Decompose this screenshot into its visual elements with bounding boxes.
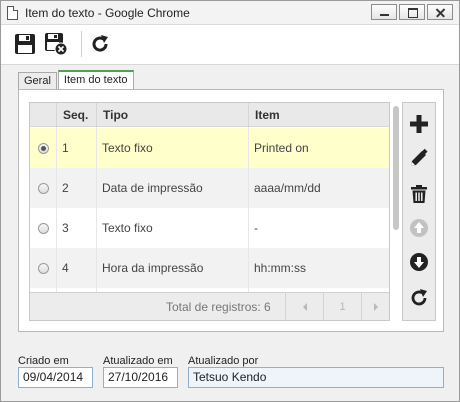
row-radio[interactable] [38,143,49,154]
add-icon [410,115,428,133]
grid-header: Seq. Tipo Item [30,103,389,127]
prev-page-button[interactable] [285,293,323,320]
updated-by-field: Tetsuo Kendo [188,367,444,388]
grid-footer: Total de registros: 6 1 [30,292,389,320]
tab-panel: Seq. Tipo Item 1 Texto fixo Printed on 2… [18,89,444,332]
close-window-button[interactable] [427,4,453,20]
row-radio[interactable] [38,223,49,234]
cell-tipo: Texto fixo [102,221,153,235]
cell-seq: 2 [62,181,69,195]
page-number: 1 [323,293,361,320]
cell-tipo: Data de impressão [102,181,203,195]
column-header-tipo[interactable]: Tipo [96,103,248,127]
cell-item: Printed on [254,141,309,155]
minimize-button[interactable] [371,4,397,20]
total-records: Total de registros: 6 [166,300,271,314]
title-bar: Item do texto - Google Chrome [1,1,459,25]
column-divider [96,127,97,292]
table-row[interactable]: 4 Hora da impressão hh:mm:ss [30,248,389,288]
chevron-right-icon [373,303,378,311]
floppy-disk-icon [15,34,35,54]
window-title: Item do texto - Google Chrome [25,6,190,20]
grid-scrollbar[interactable] [393,102,399,321]
grid-actions [402,102,436,321]
next-page-button[interactable] [361,293,389,320]
edit-icon [411,148,428,166]
column-header-select [30,103,56,127]
floppy-disk-close-icon [45,33,68,56]
document-icon [7,6,18,20]
column-header-item[interactable]: Item [248,103,389,127]
toolbar [1,25,459,65]
scrollbar-thumb[interactable] [393,106,399,230]
browser-window: Item do texto - Google Chrome Geral Item… [0,0,460,402]
delete-icon [411,185,427,203]
refresh-icon [411,289,427,306]
save-button[interactable] [12,31,38,57]
move-up-button[interactable] [406,215,432,241]
toolbar-separator [81,31,82,57]
column-header-seq[interactable]: Seq. [56,103,96,127]
chevron-left-icon [302,303,307,311]
edit-button[interactable] [406,145,432,171]
refresh-button[interactable] [87,31,113,57]
cell-tipo: Hora da impressão [102,261,204,275]
save-and-close-button[interactable] [43,31,69,57]
cell-seq: 1 [62,141,69,155]
items-grid: Seq. Tipo Item 1 Texto fixo Printed on 2… [29,102,390,321]
move-up-icon [410,219,428,237]
cell-item: hh:mm:ss [254,261,307,275]
created-label: Criado em [18,355,69,367]
cell-item: aaaa/mm/dd [254,181,321,195]
created-field: 09/04/2014 [18,367,93,388]
row-radio[interactable] [38,263,49,274]
tab-geral[interactable]: Geral [18,72,57,90]
cell-tipo: Texto fixo [102,141,153,155]
updated-by-label: Atualizado por [188,355,259,367]
window-controls [369,4,453,20]
column-divider [56,127,57,292]
cell-seq: 3 [62,221,69,235]
column-divider [248,127,249,292]
row-radio[interactable] [38,183,49,194]
refresh-icon [92,35,108,52]
add-button[interactable] [406,111,432,137]
table-row[interactable]: 1 Texto fixo Printed on [30,128,389,168]
table-row[interactable]: 2 Data de impressão aaaa/mm/dd [30,168,389,208]
delete-button[interactable] [406,181,432,207]
table-row[interactable]: 3 Texto fixo - [30,208,389,248]
tab-bar: Geral Item do texto [18,70,135,90]
cell-item: - [254,221,258,235]
tab-item-do-texto[interactable]: Item do texto [57,70,134,90]
move-down-icon [410,253,428,271]
move-down-button[interactable] [406,249,432,275]
refresh-grid-button[interactable] [406,285,432,311]
updated-field: 27/10/2016 [103,367,178,388]
updated-label: Atualizado em [103,355,173,367]
cell-seq: 4 [62,261,69,275]
maximize-button[interactable] [399,4,425,20]
